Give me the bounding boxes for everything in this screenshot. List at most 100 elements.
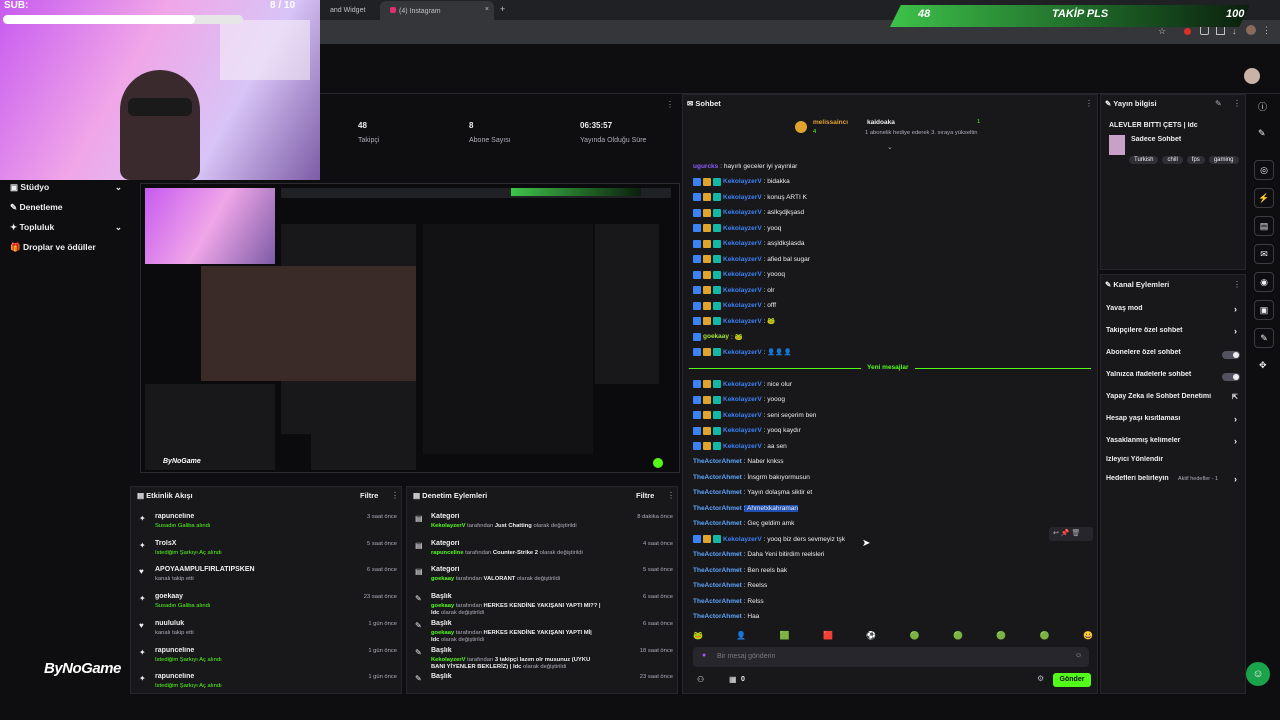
- chat-username[interactable]: TheActorAhmet: [693, 551, 742, 558]
- chat-username[interactable]: TheActorAhmet: [693, 474, 742, 481]
- chat-message[interactable]: TheActorAhmet: Ahmetxkahraman: [693, 502, 1053, 514]
- chat-message[interactable]: KekolayzerV: aslkşdjkşasd: [693, 207, 1053, 219]
- nav-studio[interactable]: ▣ Stüdyo ⌄: [10, 182, 122, 193]
- emote-icon[interactable]: 🟢: [1040, 631, 1050, 643]
- target-icon[interactable]: ◎: [1254, 160, 1274, 180]
- toggle-switch[interactable]: [1222, 373, 1240, 381]
- emote-icon[interactable]: 😀: [1083, 631, 1093, 643]
- chat-username[interactable]: KekolayzerV: [723, 240, 762, 247]
- chat-message[interactable]: TheActorAhmet: Relss: [693, 595, 1053, 607]
- download-icon[interactable]: ↓: [1232, 26, 1237, 36]
- record-icon[interactable]: [1184, 28, 1191, 35]
- chat-input[interactable]: ● Bir mesaj gönderin ☺: [693, 647, 1089, 667]
- chat-message[interactable]: KekolayzerV: seni seçerim ben: [693, 409, 1053, 421]
- chat-username[interactable]: KekolayzerV: [723, 271, 762, 278]
- channel-action-row[interactable]: Abonelere özel sohbet: [1106, 349, 1242, 361]
- chat-message[interactable]: KekolayzerV: bidakka: [693, 176, 1053, 188]
- browser-tab-active[interactable]: (4) Instagram ×: [380, 1, 494, 20]
- moderation-filter-button[interactable]: Filtre: [636, 491, 654, 500]
- chat-username[interactable]: TheActorAhmet: [693, 582, 742, 589]
- moderation-item[interactable]: ✎ Başlık KekolayzerV tarafından 3 takipçi …: [407, 645, 677, 671]
- chat-message[interactable]: TheActorAhmet: Geç geldim amk: [693, 518, 1053, 530]
- chat-username[interactable]: KekolayzerV: [723, 256, 762, 263]
- activity-item[interactable]: ♥ APOYAAMPULFIRLATIPSKEN kanalı takip etti…: [131, 564, 401, 588]
- emote-icon[interactable]: 🟢: [996, 631, 1006, 643]
- tag[interactable]: gaming: [1208, 156, 1239, 164]
- chat-username[interactable]: KekolayzerV: [723, 178, 762, 185]
- chat-message[interactable]: KekolayzerV: 👤👤👤: [693, 346, 1053, 358]
- activity-item[interactable]: ✦ TrolsX İstediğim Şarkıyı Aç alındı 5 saat…: [131, 538, 401, 562]
- star-icon[interactable]: ☆: [1158, 26, 1166, 37]
- moderation-item[interactable]: ✎ Başlık goekaay tarafından HERKES KENDİNE…: [407, 591, 677, 617]
- nav-drops[interactable]: 🎁 Droplar ve ödüller: [10, 242, 122, 253]
- moderation-item[interactable]: ✎ Başlık goekaay tarafından HERKES KENDİNE…: [407, 618, 677, 644]
- chat-message[interactable]: KekolayzerV: yooog: [693, 394, 1053, 406]
- channel-action-row[interactable]: Takipçilere özel sohbet ›: [1106, 326, 1242, 339]
- chat-bubble-icon[interactable]: ✉: [1254, 244, 1274, 264]
- activity-item[interactable]: ✦ rapunceline Susadın Galiba alındı 3 saat …: [131, 511, 401, 535]
- chat-message[interactable]: TheActorAhmet: Haa: [693, 611, 1053, 623]
- emote-icon[interactable]: ⚽: [866, 631, 876, 643]
- pin-icon[interactable]: 📌: [1061, 530, 1070, 537]
- chat-username[interactable]: KekolayzerV: [723, 443, 762, 450]
- chat-username[interactable]: KekolayzerV: [723, 396, 762, 403]
- more-icon[interactable]: ⋮: [1085, 99, 1093, 108]
- sidepanel-icon[interactable]: [1216, 26, 1225, 35]
- chat-username[interactable]: KekolayzerV: [723, 302, 762, 309]
- new-tab-button[interactable]: +: [500, 4, 505, 14]
- edit-icon[interactable]: ✎: [1215, 99, 1222, 108]
- moderation-item[interactable]: ▤ Kategori goekaay tarafından VALORANT ola…: [407, 564, 677, 590]
- gift-icon[interactable]: ▦: [729, 675, 737, 684]
- chat-username[interactable]: TheActorAhmet: [693, 458, 742, 465]
- chat-username[interactable]: KekolayzerV: [723, 536, 762, 543]
- channel-action-row[interactable]: İzleyici Yönlendir: [1106, 456, 1242, 468]
- screen-icon[interactable]: ▣: [1254, 300, 1274, 320]
- moderation-item[interactable]: ▤ Kategori KekolayzerV tarafından Just Cha…: [407, 511, 677, 537]
- channel-action-row[interactable]: Hesap yaşı kısıtlaması ›: [1106, 414, 1242, 427]
- chat-message[interactable]: TheActorAhmet: Daha Yeni bitirdim reelsl…: [693, 549, 1053, 561]
- emote-icon[interactable]: 🟢: [953, 631, 963, 643]
- nav-community[interactable]: ✦ Topluluk ⌄: [10, 222, 122, 233]
- chat-username[interactable]: KekolayzerV: [723, 287, 762, 294]
- chat-username[interactable]: TheActorAhmet: [693, 489, 742, 496]
- nav-moderation[interactable]: ✎ Denetleme: [10, 202, 122, 213]
- tag[interactable]: chill: [1162, 156, 1183, 164]
- chat-message[interactable]: KekolayzerV: yoooq: [693, 269, 1053, 281]
- toggle-switch[interactable]: [1222, 351, 1240, 359]
- chat-message[interactable]: KekolayzerV: konuş ARTI K: [693, 191, 1053, 203]
- user-avatar[interactable]: [1244, 68, 1260, 84]
- chat-username[interactable]: KekolayzerV: [723, 318, 762, 325]
- chat-username[interactable]: TheActorAhmet: [693, 598, 742, 605]
- channel-action-row[interactable]: Hedefleri belirleyin › Aktif hedefler - 1: [1106, 474, 1242, 487]
- chat-message[interactable]: KekolayzerV: 🐸: [693, 315, 1053, 327]
- broadcast-icon[interactable]: ◉: [1254, 272, 1274, 292]
- emote-icon[interactable]: 🟩: [780, 631, 790, 643]
- emote-icon[interactable]: 🟢: [910, 631, 920, 643]
- document-icon[interactable]: ▤: [1254, 216, 1274, 236]
- microphone-icon[interactable]: ●: [702, 652, 706, 659]
- activity-filter-button[interactable]: Filtre: [360, 491, 378, 500]
- chat-message[interactable]: KekolayzerV: olr: [693, 284, 1053, 296]
- more-icon[interactable]: ⋮: [667, 491, 675, 500]
- tag[interactable]: fps: [1186, 156, 1205, 164]
- stream-preview[interactable]: ByNoGame: [140, 183, 680, 473]
- activity-item[interactable]: ✦ goekaay Susadın Galiba alındı 23 saat önc…: [131, 591, 401, 615]
- collapse-icon[interactable]: ⌄: [887, 143, 893, 151]
- chat-username[interactable]: KekolayzerV: [723, 427, 762, 434]
- chat-message[interactable]: ugurcks: hayırlı geceler iyi yayınlar: [693, 160, 1053, 172]
- chat-username[interactable]: TheActorAhmet: [693, 520, 742, 527]
- chat-message[interactable]: KekolayzerV: yooq biz ders sevmeyiz tşk: [693, 533, 1053, 545]
- more-icon[interactable]: ⋮: [1233, 99, 1241, 108]
- chat-username[interactable]: TheActorAhmet: [693, 613, 742, 620]
- emote-icon[interactable]: 👤: [736, 631, 746, 643]
- emoji-icon[interactable]: ☺: [1075, 652, 1082, 659]
- delete-icon[interactable]: 🗑: [1072, 530, 1081, 537]
- profile-avatar[interactable]: [1246, 25, 1256, 35]
- chat-message[interactable]: TheActorAhmet: Naber knkss: [693, 456, 1053, 468]
- chat-message[interactable]: KekolayzerV: yooq kaydır: [693, 425, 1053, 437]
- chat-username[interactable]: ugurcks: [693, 163, 718, 170]
- close-icon[interactable]: ×: [485, 6, 489, 13]
- chat-message[interactable]: TheActorAhmet: Reelss: [693, 580, 1053, 592]
- chat-username[interactable]: KekolayzerV: [723, 349, 762, 356]
- chat-message[interactable]: KekolayzerV: aa sen: [693, 440, 1053, 452]
